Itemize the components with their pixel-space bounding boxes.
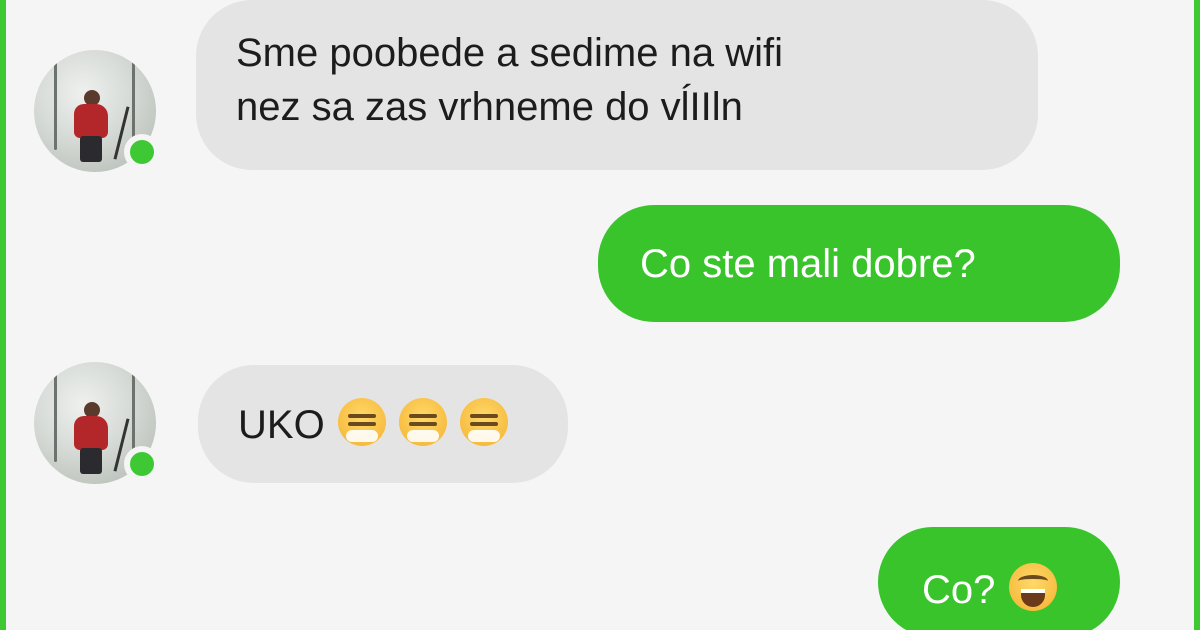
online-status-icon <box>124 446 160 482</box>
chat-thread: Sme poobede a sedime na wifi nez sa zas … <box>0 0 1200 630</box>
tears-of-joy-icon <box>1008 563 1057 611</box>
contact-avatar[interactable] <box>34 362 160 484</box>
online-status-icon <box>124 134 160 170</box>
message-text: UKO <box>238 403 325 447</box>
face-with-steam-icon <box>398 398 447 446</box>
outgoing-message-bubble[interactable]: Co? <box>878 527 1120 630</box>
incoming-message-bubble[interactable]: Sme poobede a sedime na wifi nez sa zas … <box>196 0 1038 170</box>
outgoing-message-bubble[interactable]: Co ste mali dobre? <box>598 205 1120 322</box>
message-text: Co? <box>922 568 996 612</box>
message-text-line: Sme poobede a sedime na wifi <box>236 31 783 75</box>
face-with-steam-icon <box>337 398 386 446</box>
incoming-message-bubble[interactable]: UKO <box>198 365 568 483</box>
face-with-steam-icon <box>460 398 509 446</box>
message-text-line: nez sa zas vrhneme do vĺIIln <box>236 85 743 129</box>
contact-avatar[interactable] <box>34 50 160 172</box>
message-text-line: Co ste mali dobre? <box>640 242 976 286</box>
